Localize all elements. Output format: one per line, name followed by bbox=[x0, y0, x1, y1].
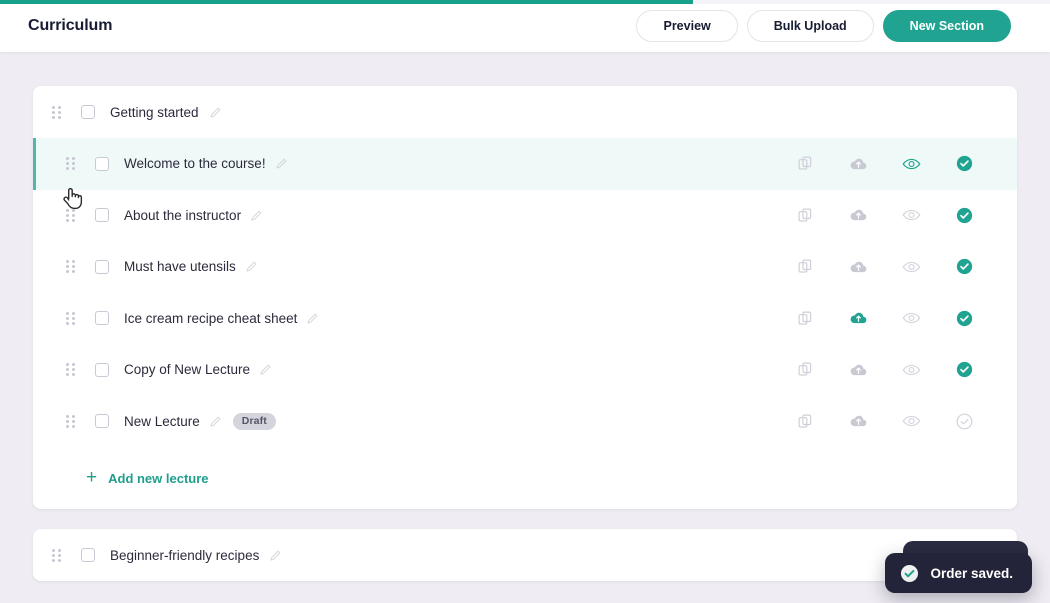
pencil-edit-icon[interactable] bbox=[269, 549, 282, 562]
duplicate-icon[interactable] bbox=[786, 155, 824, 172]
lecture-title: New Lecture bbox=[124, 413, 200, 429]
section-title: Beginner-friendly recipes bbox=[110, 547, 260, 563]
lecture-row[interactable]: About the instructor bbox=[33, 189, 1017, 241]
add-new-lecture-label: Add new lecture bbox=[108, 470, 209, 486]
new-section-button[interactable]: New Section bbox=[882, 10, 1011, 42]
lecture-actions bbox=[786, 155, 983, 172]
curriculum-body: Getting started Welcome to the course! Abo… bbox=[0, 52, 1050, 603]
add-new-lecture-button[interactable]: + Add new lecture bbox=[86, 466, 209, 488]
lecture-title: Copy of New Lecture bbox=[124, 362, 251, 378]
lecture-actions bbox=[786, 310, 983, 327]
eye-preview-icon[interactable] bbox=[892, 311, 930, 325]
status-badge: Draft bbox=[232, 412, 276, 430]
cloud-upload-icon[interactable] bbox=[839, 310, 877, 326]
check-circle-icon bbox=[900, 564, 919, 583]
duplicate-icon[interactable] bbox=[786, 361, 824, 378]
cloud-upload-icon[interactable] bbox=[839, 207, 877, 223]
toast-order-saved[interactable]: Order saved. bbox=[885, 553, 1032, 593]
eye-preview-icon[interactable] bbox=[892, 157, 930, 171]
progress-fill bbox=[0, 0, 693, 4]
pencil-edit-icon[interactable] bbox=[209, 415, 222, 428]
section-title: Getting started bbox=[110, 104, 199, 120]
section-header-row: Getting started bbox=[33, 86, 1017, 138]
lecture-actions bbox=[786, 361, 983, 378]
lecture-row[interactable]: Welcome to the course! bbox=[33, 138, 1017, 190]
section-header-row: Beginner-friendly recipes bbox=[33, 529, 1017, 581]
lecture-title: Welcome to the course! bbox=[124, 156, 266, 172]
lecture-title: Must have utensils bbox=[124, 259, 236, 275]
lecture-checkbox[interactable] bbox=[95, 156, 109, 171]
cloud-upload-icon[interactable] bbox=[839, 259, 877, 275]
publish-status-icon[interactable] bbox=[945, 207, 983, 224]
section-checkbox[interactable] bbox=[81, 105, 95, 119]
cloud-upload-icon[interactable] bbox=[839, 413, 877, 429]
publish-status-icon[interactable] bbox=[945, 155, 983, 172]
pencil-edit-icon[interactable] bbox=[209, 106, 222, 119]
lecture-checkbox[interactable] bbox=[95, 362, 109, 377]
lecture-title: About the instructor bbox=[124, 207, 242, 223]
bulk-upload-button[interactable]: Bulk Upload bbox=[746, 10, 874, 42]
drag-handle-icon[interactable] bbox=[61, 206, 79, 224]
cloud-upload-icon[interactable] bbox=[839, 362, 877, 378]
toast-stack: Order saved. bbox=[885, 541, 1032, 593]
lecture-row[interactable]: Must have utensils bbox=[33, 241, 1017, 293]
lecture-actions bbox=[786, 207, 983, 224]
drag-handle-icon[interactable] bbox=[61, 155, 79, 173]
pencil-edit-icon[interactable] bbox=[245, 260, 258, 273]
lecture-title: Ice cream recipe cheat sheet bbox=[124, 310, 298, 326]
duplicate-icon[interactable] bbox=[786, 310, 824, 327]
plus-icon: + bbox=[86, 466, 98, 488]
drag-handle-icon[interactable] bbox=[61, 309, 79, 327]
eye-preview-icon[interactable] bbox=[892, 414, 930, 428]
lecture-checkbox[interactable] bbox=[95, 259, 109, 274]
lecture-row[interactable]: Copy of New Lecture bbox=[33, 344, 1017, 396]
drag-handle-icon[interactable] bbox=[47, 546, 65, 564]
duplicate-icon[interactable] bbox=[786, 207, 824, 224]
eye-preview-icon[interactable] bbox=[892, 208, 930, 222]
section-checkbox[interactable] bbox=[81, 548, 95, 562]
drag-handle-icon[interactable] bbox=[61, 412, 79, 430]
page-title: Curriculum bbox=[28, 17, 113, 34]
publish-status-icon[interactable] bbox=[945, 310, 983, 327]
lecture-checkbox[interactable] bbox=[95, 208, 109, 223]
preview-button[interactable]: Preview bbox=[636, 10, 738, 42]
pencil-edit-icon[interactable] bbox=[250, 209, 263, 222]
page-load-progress-bar bbox=[0, 0, 1050, 4]
lecture-actions bbox=[786, 413, 983, 430]
section-card: Beginner-friendly recipes bbox=[33, 529, 1017, 581]
publish-status-icon[interactable] bbox=[945, 413, 983, 430]
publish-status-icon[interactable] bbox=[945, 361, 983, 378]
lecture-checkbox[interactable] bbox=[95, 414, 109, 429]
pencil-edit-icon[interactable] bbox=[259, 363, 272, 376]
page-header: Curriculum Preview Bulk Upload New Section bbox=[0, 0, 1050, 52]
header-actions: Preview Bulk Upload New Section bbox=[636, 10, 1011, 42]
sections-list: Getting started Welcome to the course! Abo… bbox=[33, 86, 1017, 581]
add-lecture-row: + Add new lecture bbox=[33, 447, 1017, 509]
eye-preview-icon[interactable] bbox=[892, 363, 930, 377]
drag-handle-icon[interactable] bbox=[61, 361, 79, 379]
lecture-row[interactable]: Ice cream recipe cheat sheet bbox=[33, 292, 1017, 344]
drag-handle-icon[interactable] bbox=[47, 103, 65, 121]
pencil-edit-icon[interactable] bbox=[306, 312, 319, 325]
duplicate-icon[interactable] bbox=[786, 413, 824, 430]
section-card: Getting started Welcome to the course! Abo… bbox=[33, 86, 1017, 509]
lecture-row[interactable]: New Lecture Draft bbox=[33, 395, 1017, 447]
lecture-checkbox[interactable] bbox=[95, 311, 109, 326]
toast-message: Order saved. bbox=[930, 565, 1013, 581]
drag-handle-icon[interactable] bbox=[61, 258, 79, 276]
publish-status-icon[interactable] bbox=[945, 258, 983, 275]
pencil-edit-icon[interactable] bbox=[275, 157, 288, 170]
eye-preview-icon[interactable] bbox=[892, 260, 930, 274]
cloud-upload-icon[interactable] bbox=[839, 156, 877, 172]
duplicate-icon[interactable] bbox=[786, 258, 824, 275]
lecture-actions bbox=[786, 258, 983, 275]
